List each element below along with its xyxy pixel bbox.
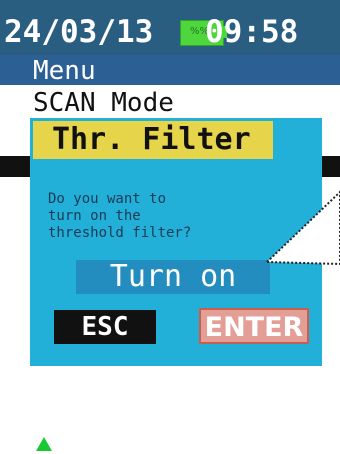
enter-button[interactable]: ENTER: [199, 308, 309, 344]
status-date: 24/03/13: [4, 14, 154, 50]
scan-mode-item[interactable]: SCAN Mode: [33, 88, 174, 118]
up-arrow-icon: [36, 437, 52, 451]
status-time: 09:58: [205, 14, 299, 50]
turn-on-option[interactable]: Turn on: [76, 260, 270, 294]
device-screen: 24/03/13 %% 09:58 Menu SCAN Mode Thr. Fi…: [0, 0, 340, 454]
dialog-title: Thr. Filter: [52, 122, 251, 157]
dialog-question: Do you want to turn on the threshold fil…: [48, 191, 192, 241]
pointer-callout-icon: [264, 190, 340, 266]
esc-button[interactable]: ESC: [54, 310, 156, 344]
menu-title: Menu: [33, 56, 96, 86]
